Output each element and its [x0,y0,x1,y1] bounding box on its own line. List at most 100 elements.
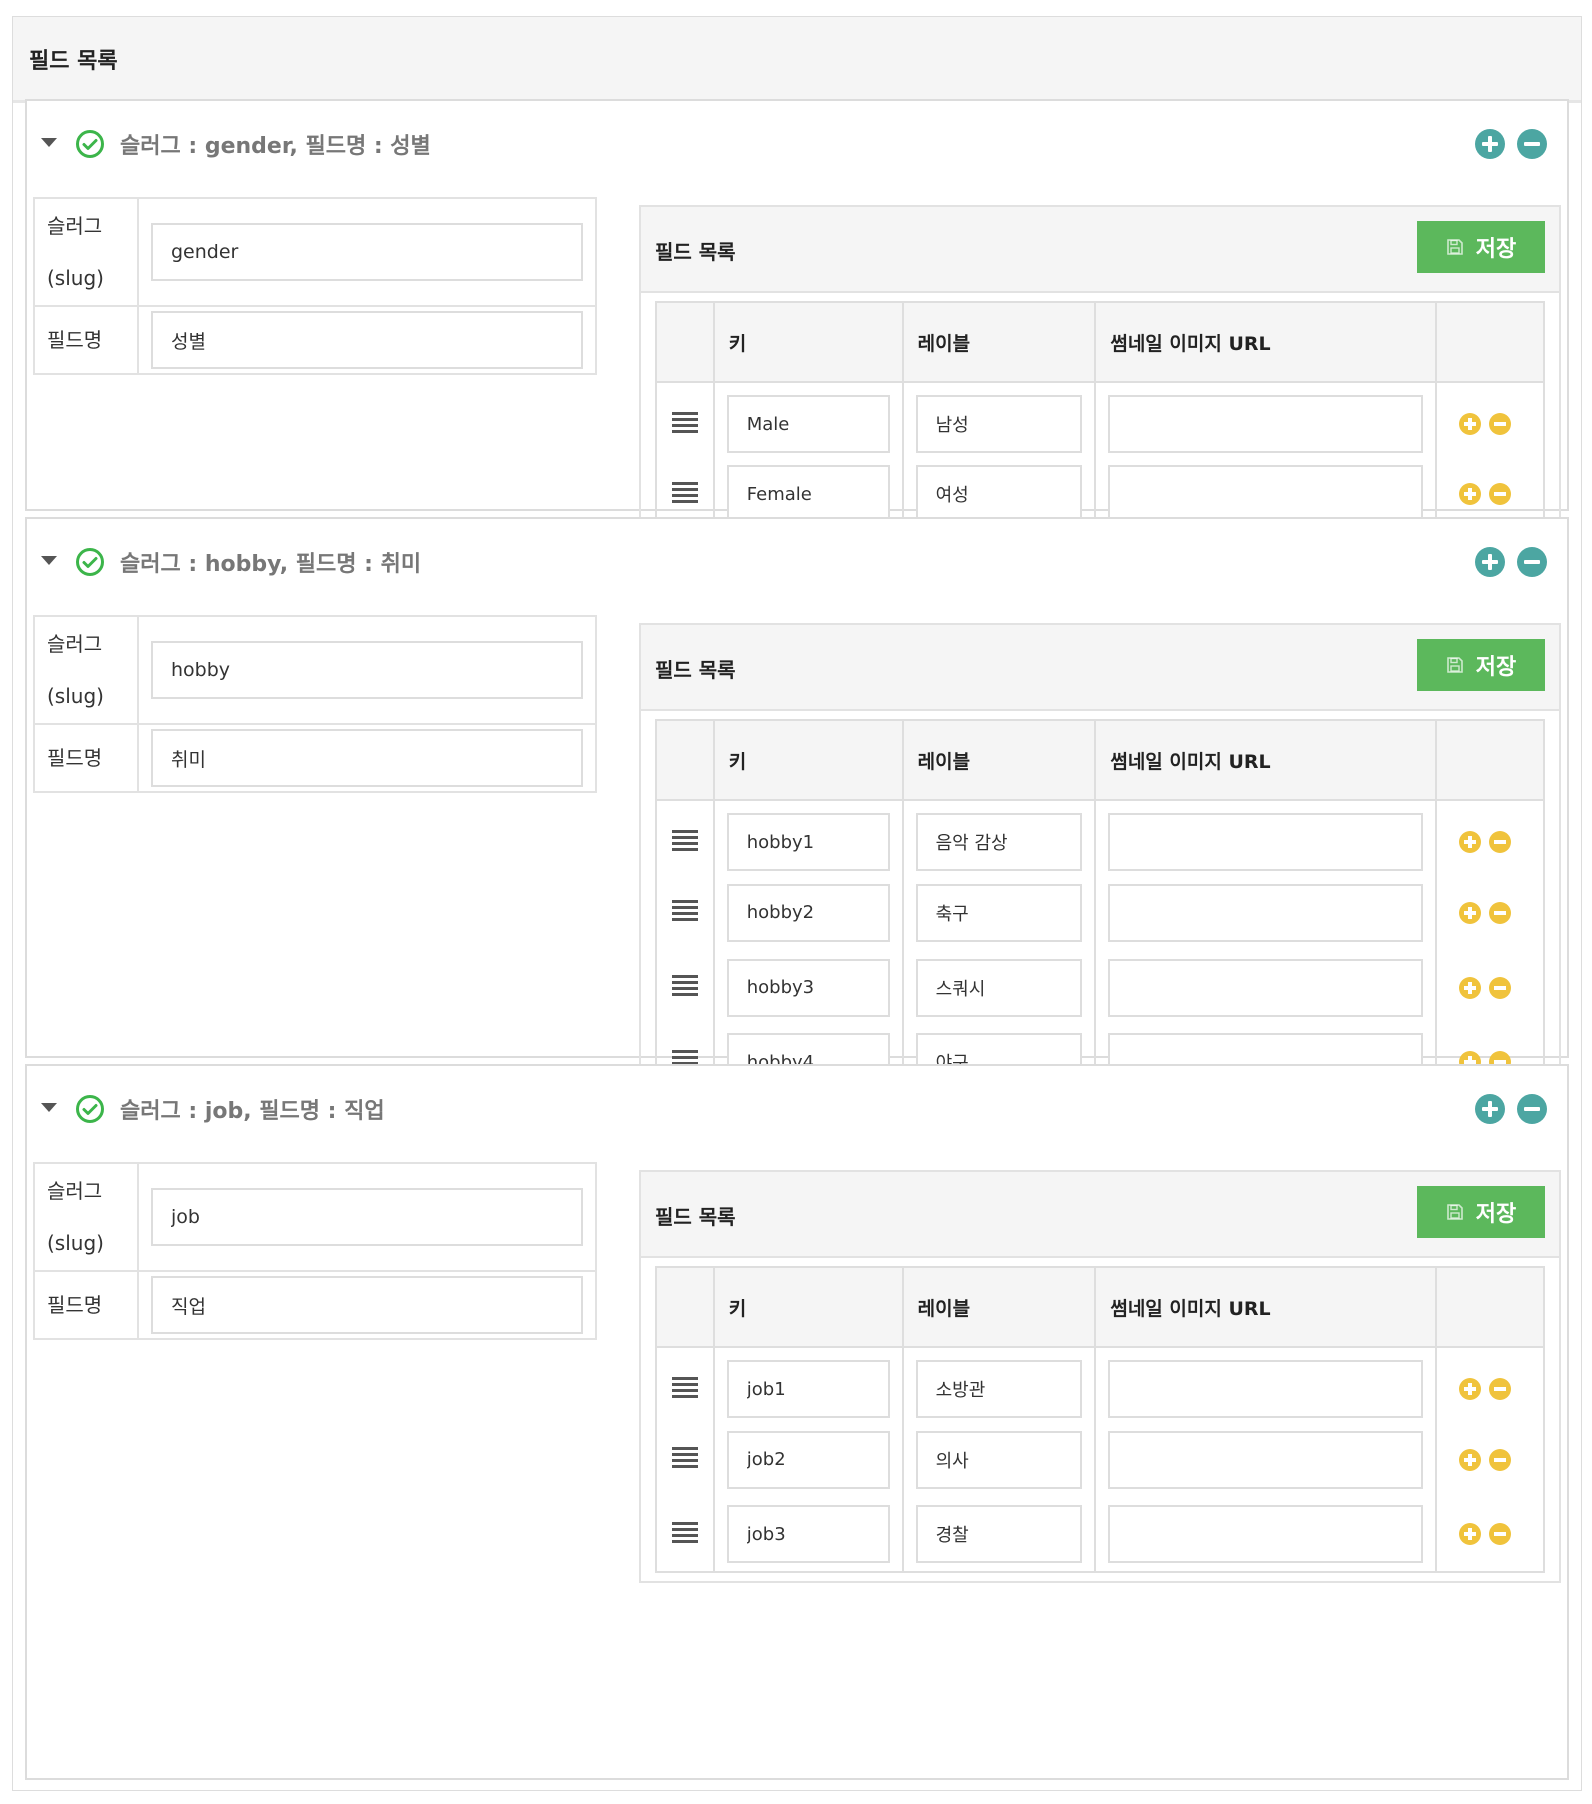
col-key: 키 [712,1267,904,1348]
options-panel: 필드 목록 저장 키 레이블 썸네일 이미지 URL [639,205,1561,543]
thumbnail-url-input[interactable] [1108,883,1423,942]
save-disk-icon [1446,239,1463,255]
add-row-button[interactable] [1458,1523,1481,1545]
panel-title: 슬러그 : hobby, 필드명 : 취미 [120,552,422,577]
remove-row-button[interactable] [1488,976,1511,999]
remove-row-button[interactable] [1488,413,1511,435]
add-field-button[interactable] [1475,129,1505,159]
label-input[interactable] [915,958,1083,1017]
key-input[interactable] [726,1505,890,1563]
thumbnail-url-input[interactable] [1108,1360,1423,1418]
label-input[interactable] [915,1430,1083,1489]
drag-handle-icon[interactable] [671,1519,698,1546]
label-input[interactable] [915,813,1083,871]
save-disk-icon [1446,1204,1463,1220]
table-row [655,1497,1546,1572]
field-panel-job: 슬러그 : job, 필드명 : 직업 슬러그(slug) 필드명 필드 목록 … [25,1064,1569,1780]
table-row [655,875,1546,950]
key-input[interactable] [726,883,890,942]
field-name-input[interactable] [151,1276,583,1334]
label-input[interactable] [915,883,1083,942]
slug-input[interactable] [151,641,583,699]
caret-down-icon[interactable] [41,556,57,565]
remove-row-button[interactable] [1488,1523,1511,1545]
key-input[interactable] [726,813,890,871]
page-title: 필드 목록 [13,17,1581,103]
add-field-button[interactable] [1475,1094,1505,1124]
remove-field-button[interactable] [1517,129,1547,159]
drag-handle-icon[interactable] [671,827,698,854]
options-title: 필드 목록 [655,240,736,264]
panel-title: 슬러그 : gender, 필드명 : 성별 [120,134,431,159]
key-input[interactable] [726,395,890,453]
options-table: 키 레이블 썸네일 이미지 URL [655,301,1546,533]
slug-label: 슬러그 (slug) [33,1162,139,1272]
options-title: 필드 목록 [655,1205,736,1229]
table-row [655,800,1546,875]
drag-handle-icon[interactable] [671,479,698,506]
save-button[interactable]: 저장 [1417,1186,1545,1238]
remove-row-button[interactable] [1488,831,1511,853]
remove-row-button[interactable] [1488,901,1511,924]
field-meta-table: 슬러그(slug) 필드명 [33,1162,597,1340]
remove-row-button[interactable] [1488,483,1511,505]
col-key: 키 [712,302,904,383]
field-meta-table: 슬러그(slug) 필드명 [33,197,597,375]
thumbnail-url-input[interactable] [1108,813,1423,871]
field-name-label: 필드명 [33,1270,139,1340]
thumbnail-url-input[interactable] [1108,1505,1423,1563]
drag-handle-icon[interactable] [671,1444,698,1471]
key-input[interactable] [726,958,890,1017]
col-key: 키 [712,720,904,801]
caret-down-icon[interactable] [41,138,57,147]
add-row-button[interactable] [1458,976,1481,999]
save-button[interactable]: 저장 [1417,639,1545,691]
panel-header[interactable]: 슬러그 : job, 필드명 : 직업 [27,1066,1567,1156]
field-list-container: 필드 목록 슬러그 : gender, 필드명 : 성별 슬러그(slug) 필… [12,16,1582,1791]
save-button[interactable]: 저장 [1417,221,1545,273]
label-input[interactable] [915,1505,1083,1563]
caret-down-icon[interactable] [41,1103,57,1112]
col-label: 레이블 [901,1267,1097,1348]
key-input[interactable] [726,1360,890,1418]
col-thumbnail-url: 썸네일 이미지 URL [1094,302,1437,383]
remove-field-button[interactable] [1517,547,1547,577]
field-name-input[interactable] [151,311,583,369]
label-input[interactable] [915,395,1083,453]
key-input[interactable] [726,465,890,523]
options-table: 키 레이블 썸네일 이미지 URL [655,719,1546,1101]
save-disk-icon [1446,657,1463,673]
key-input[interactable] [726,1430,890,1489]
drag-handle-icon[interactable] [671,972,698,999]
remove-row-button[interactable] [1488,1448,1511,1471]
label-input[interactable] [915,465,1083,523]
thumbnail-url-input[interactable] [1108,1430,1423,1489]
panel-header[interactable]: 슬러그 : hobby, 필드명 : 취미 [27,519,1567,609]
col-thumbnail-url: 썸네일 이미지 URL [1094,720,1437,801]
add-row-button[interactable] [1458,413,1481,435]
slug-input[interactable] [151,1188,583,1246]
drag-handle-icon[interactable] [671,409,698,436]
field-name-input[interactable] [151,729,583,787]
table-row [655,382,1546,457]
options-panel: 필드 목록 저장 키 레이블 썸네일 이미지 URL [639,1170,1561,1583]
thumbnail-url-input[interactable] [1108,958,1423,1017]
col-label: 레이블 [901,720,1097,801]
remove-row-button[interactable] [1488,1378,1511,1400]
options-title: 필드 목록 [655,658,736,682]
drag-handle-icon[interactable] [671,1374,698,1401]
add-row-button[interactable] [1458,1378,1481,1400]
slug-input[interactable] [151,223,583,281]
thumbnail-url-input[interactable] [1108,395,1423,453]
add-row-button[interactable] [1458,831,1481,853]
drag-handle-icon[interactable] [671,897,698,924]
add-row-button[interactable] [1458,483,1481,505]
add-row-button[interactable] [1458,901,1481,924]
label-input[interactable] [915,1360,1083,1418]
add-row-button[interactable] [1458,1448,1481,1471]
col-thumbnail-url: 썸네일 이미지 URL [1094,1267,1437,1348]
thumbnail-url-input[interactable] [1108,465,1423,523]
remove-field-button[interactable] [1517,1094,1547,1124]
panel-header[interactable]: 슬러그 : gender, 필드명 : 성별 [27,101,1567,191]
add-field-button[interactable] [1475,547,1505,577]
